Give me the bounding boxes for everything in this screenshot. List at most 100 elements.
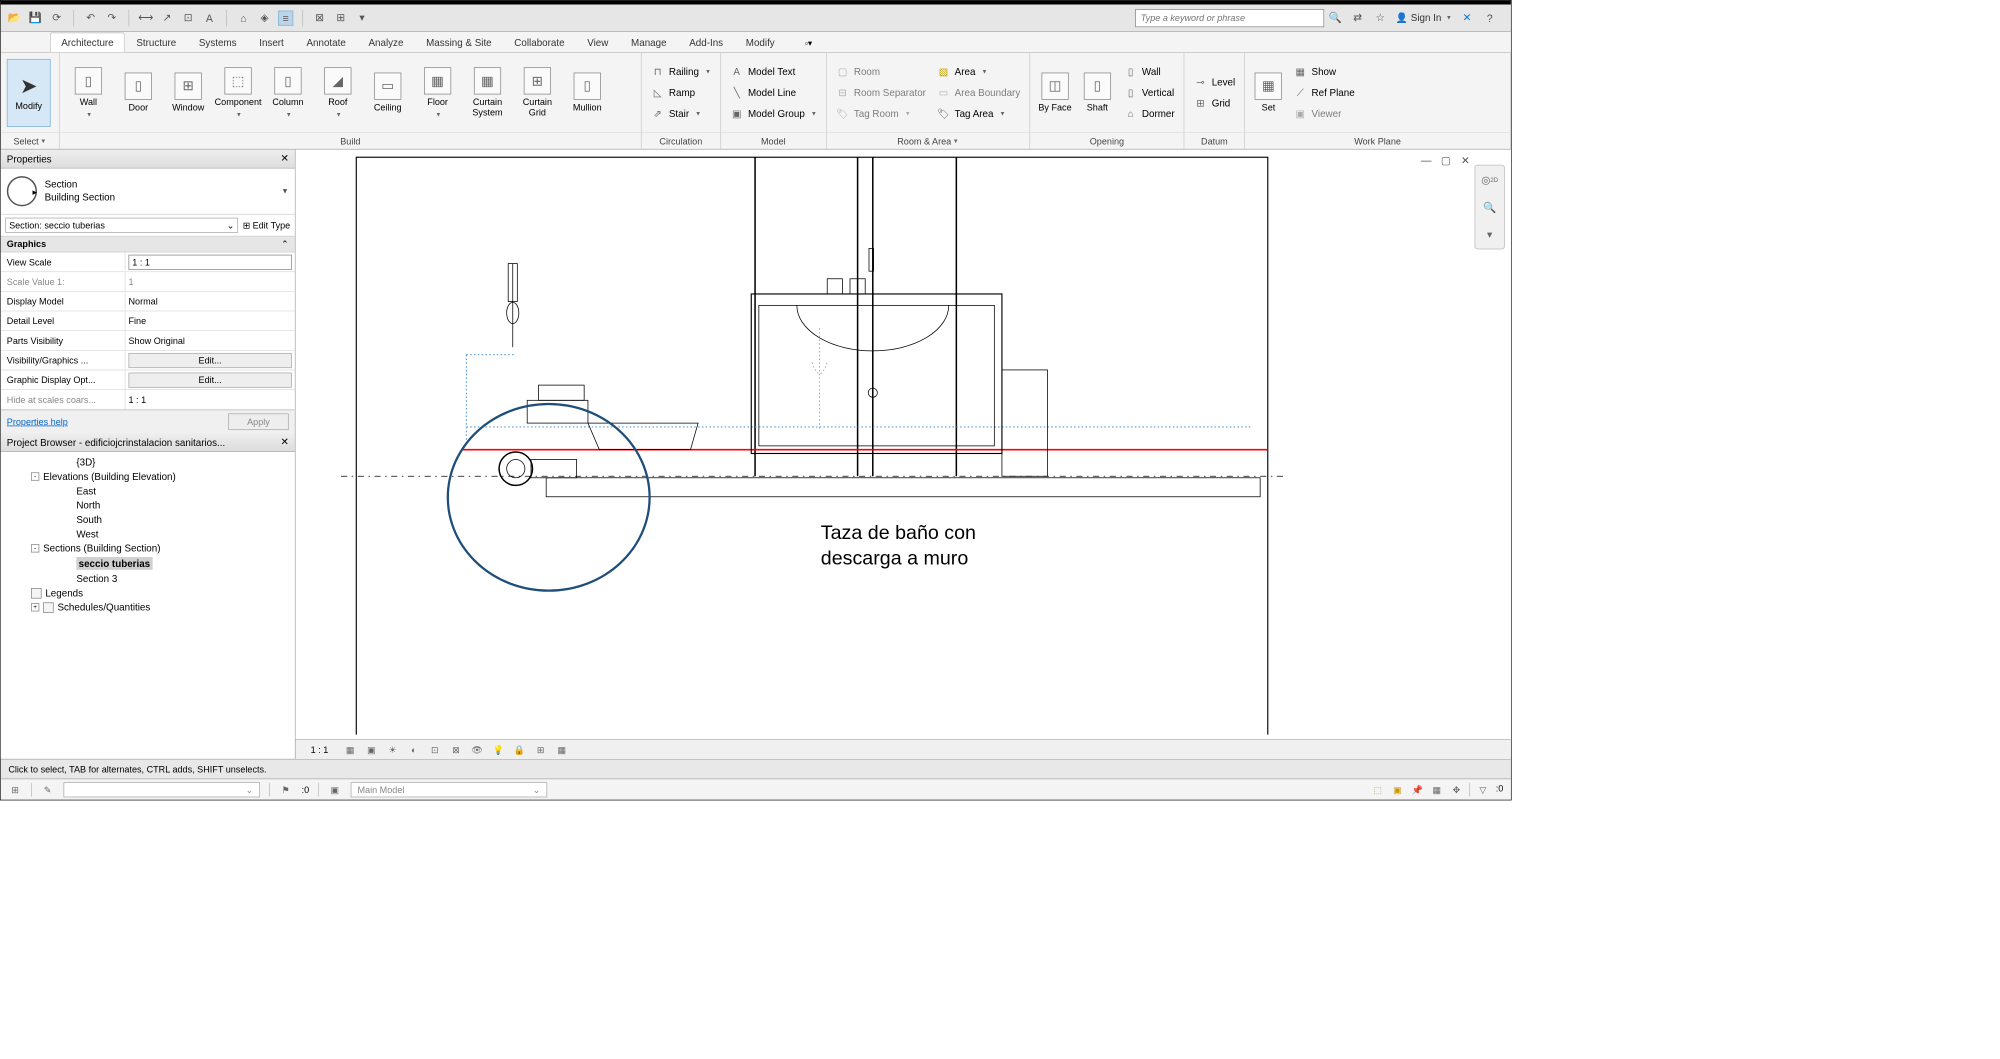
prop-value[interactable] [125,252,294,271]
tab-annotate[interactable]: Annotate [295,32,357,52]
tree-item[interactable]: Legends [1,586,295,600]
prop-input[interactable] [128,254,291,269]
tree-item[interactable]: West [1,527,295,541]
tab-insert[interactable]: Insert [248,32,295,52]
prop-value[interactable]: 1 : 1 [125,390,294,409]
tab-massing-site[interactable]: Massing & Site [415,32,503,52]
signin-button[interactable]: 👤 Sign In ▼ [1396,12,1452,24]
design-options-icon[interactable]: ▣ [328,783,342,797]
visual-style-icon[interactable]: ▣ [365,743,379,757]
constraints-icon[interactable]: 🔒 [513,743,527,757]
dormer-button[interactable]: ⌂Dormer [1121,103,1178,124]
navigation-bar[interactable]: ◎2D 🔍 ▾ [1475,165,1505,250]
hide-isolate-icon[interactable]: 👁 [470,743,484,757]
wall-opening-button[interactable]: ▯Wall [1121,61,1178,82]
dimension-icon[interactable]: ↗ [159,10,174,25]
maximize-view-icon[interactable]: ▢ [1438,153,1453,168]
column-button[interactable]: ▯Column▼ [265,59,310,127]
grid-button[interactable]: ⊞Grid [1191,93,1239,114]
tree-item[interactable]: +Schedules/Quantities [1,600,295,614]
level-button[interactable]: ⊸Level [1191,71,1239,92]
prop-edit-button[interactable]: Edit... [128,353,291,368]
show-workplane-button[interactable]: ▦Show [1290,61,1357,82]
text-icon[interactable]: A [202,10,217,25]
thin-lines-icon[interactable]: ≡ [278,10,293,25]
prop-value[interactable]: Normal [125,292,294,311]
prop-value[interactable]: 1 [125,272,294,291]
ref-plane-button[interactable]: ⟋Ref Plane [1290,82,1357,103]
tag-room-button[interactable]: 🏷Tag Room▼ [833,103,929,124]
modify-button[interactable]: ➤ Modify [7,59,51,127]
design-option-dropdown[interactable]: Main Model⌄ [351,782,548,797]
exchange-apps-icon[interactable]: ✕ [1459,10,1474,25]
tab-systems[interactable]: Systems [188,32,248,52]
tab-architecture[interactable]: Architecture [50,32,125,52]
steering-wheel-icon[interactable]: ◎2D [1480,170,1500,190]
stair-button[interactable]: ⇗Stair▼ [648,103,714,124]
close-inactive-icon[interactable]: ⊠ [312,10,327,25]
prop-value[interactable]: Edit... [125,370,294,389]
tree-toggle-icon[interactable]: - [31,472,39,480]
mullion-button[interactable]: ▯Mullion [565,59,610,127]
view-scale-button[interactable]: 1 : 1 [303,744,336,755]
edit-type-button[interactable]: ⊞Edit Type [243,220,291,231]
select-face-icon[interactable]: ▦ [1430,783,1444,797]
tree-item[interactable]: -Sections (Building Section) [1,541,295,555]
detail-level-icon[interactable]: ▦ [343,743,357,757]
measure-icon[interactable]: ⟷ [138,10,153,25]
sync-icon[interactable]: ⟳ [49,10,64,25]
ceiling-button[interactable]: ▭Ceiling [365,59,410,127]
tree-toggle-icon[interactable]: - [31,544,39,552]
select-links-icon[interactable]: ⬚ [1371,783,1385,797]
filter-icon[interactable]: ▽ [1476,783,1490,797]
type-selector[interactable]: Section Building Section ▼ [1,169,295,215]
tab-collaborate[interactable]: Collaborate [503,32,576,52]
exchange-icon[interactable]: ⇄ [1350,10,1365,25]
railing-button[interactable]: ⊓Railing▼ [648,61,714,82]
door-button[interactable]: ▯Door [116,59,161,127]
binoculars-icon[interactable]: 🔍 [1327,10,1342,25]
tab-analyze[interactable]: Analyze [357,32,415,52]
floor-button[interactable]: ▦Floor▼ [415,59,460,127]
crop-view-icon[interactable]: ⊡ [428,743,442,757]
drag-elements-icon[interactable]: ✥ [1450,783,1464,797]
prop-value[interactable]: Show Original [125,331,294,350]
favorite-icon[interactable]: ☆ [1373,10,1388,25]
editing-requests-icon[interactable]: ⚑ [279,783,293,797]
analytical-icon[interactable]: ⊞ [534,743,548,757]
zoom-icon[interactable]: 🔍 [1480,197,1500,217]
tab-add-ins[interactable]: Add-Ins [678,32,735,52]
curtain-system-button[interactable]: ▦Curtain System [465,59,510,127]
tree-item[interactable]: Section 3 [1,571,295,585]
switch-windows-icon[interactable]: ⊞ [333,10,348,25]
area-button[interactable]: ▧Area▼ [934,61,1024,82]
vertical-opening-button[interactable]: ▯Vertical [1121,82,1178,103]
tree-item[interactable]: North [1,498,295,512]
editable-only-icon[interactable]: ✎ [41,783,55,797]
minimize-view-icon[interactable]: — [1419,153,1434,168]
drawing-canvas[interactable]: Taza de baño con descarga a muro — ▢ ✕ ◎… [296,150,1511,740]
curtain-grid-button[interactable]: ⊞Curtain Grid [515,59,560,127]
window-button[interactable]: ⊞Window [166,59,211,127]
ramp-button[interactable]: ◺Ramp [648,82,714,103]
section-icon[interactable]: ◈ [257,10,272,25]
align-icon[interactable]: ⊡ [181,10,196,25]
prop-value[interactable]: Fine [125,311,294,330]
model-group-button[interactable]: ▣Model Group▼ [727,103,820,124]
tag-area-button[interactable]: 🏷Tag Area▼ [934,103,1024,124]
customize-icon[interactable]: ▾ [354,10,369,25]
tree-item[interactable]: East [1,484,295,498]
model-line-button[interactable]: ╲Model Line [727,82,820,103]
select-pinned-icon[interactable]: 📌 [1410,783,1424,797]
prop-edit-button[interactable]: Edit... [128,372,291,387]
wall-button[interactable]: ▯Wall▼ [66,59,111,127]
crop-region-icon[interactable]: ⊠ [449,743,463,757]
set-workplane-button[interactable]: ▦Set [1251,59,1286,127]
tree-item[interactable]: -Elevations (Building Elevation) [1,469,295,483]
shaft-button[interactable]: ▯Shaft [1078,59,1116,127]
prop-value[interactable]: Edit... [125,351,294,370]
highlight-icon[interactable]: ▦ [555,743,569,757]
nav-expand-icon[interactable]: ▾ [1480,224,1500,244]
model-text-button[interactable]: AModel Text [727,61,820,82]
workset-icon[interactable]: ⊞ [8,783,22,797]
